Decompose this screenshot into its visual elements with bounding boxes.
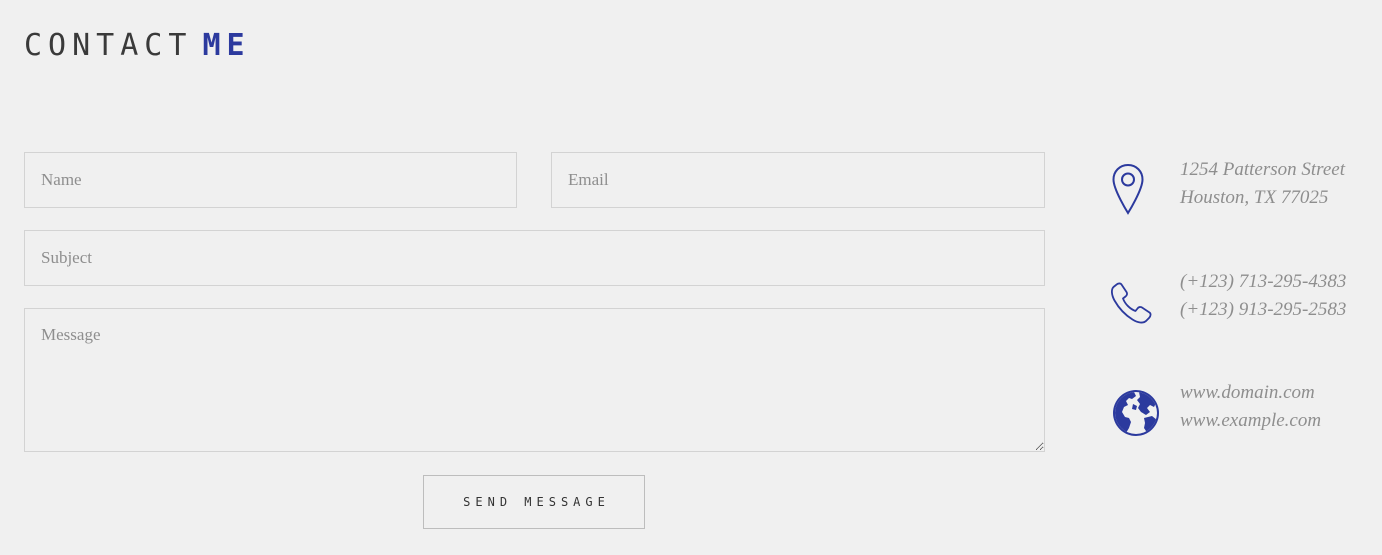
address-line-1: 1254 Patterson Street [1180, 159, 1345, 180]
web-line-1[interactable]: www.domain.com [1180, 379, 1321, 407]
web-line-2[interactable]: www.example.com [1180, 407, 1321, 435]
web-text: www.domain.com www.example.com [1180, 379, 1321, 435]
address-text: 1254 Patterson Street Houston, TX 77025 [1180, 156, 1345, 212]
subject-input[interactable] [24, 230, 1045, 286]
send-message-button[interactable]: SEND MESSAGE [423, 475, 645, 529]
page-title-plain: CONTACT [24, 28, 193, 63]
map-pin-icon [1102, 162, 1154, 218]
name-input[interactable] [24, 152, 517, 208]
phone-line-2: (+123) 913-295-2583 [1180, 299, 1347, 320]
message-textarea[interactable] [24, 308, 1045, 452]
page-title: CONTACT ME [24, 26, 251, 66]
phone-icon [1106, 274, 1158, 330]
address-line-2: Houston, TX 77025 [1180, 187, 1329, 208]
globe-icon [1110, 385, 1162, 441]
phone-text: (+123) 713-295-4383 (+123) 913-295-2583 [1180, 268, 1346, 324]
page-title-accent: ME [202, 28, 251, 63]
email-input[interactable] [551, 152, 1045, 208]
phone-line-1: (+123) 713-295-4383 [1180, 271, 1347, 292]
